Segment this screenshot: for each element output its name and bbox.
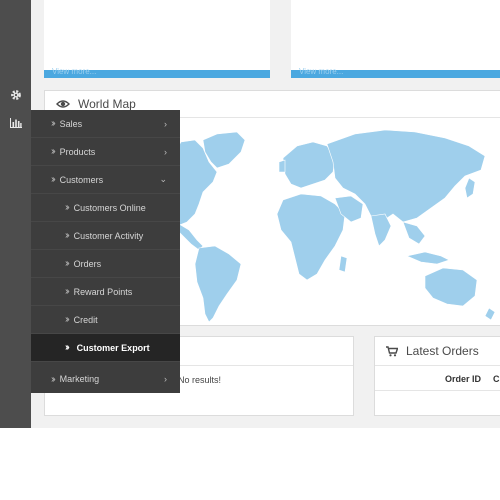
- submenu-item-orders[interactable]: ›› Orders: [31, 250, 180, 278]
- sidebar-rail: [0, 0, 31, 428]
- submenu-item-reward-points[interactable]: ›› Reward Points: [31, 278, 180, 306]
- submenu-item-customers-online[interactable]: ›› Customers Online: [31, 194, 180, 222]
- menu-item-label: Reward Points: [73, 286, 133, 297]
- screenshot-stage: View more... View more... World Map No r…: [0, 0, 500, 500]
- menu-item-label: Credit: [73, 314, 98, 325]
- chevron-right-icon: ›: [164, 374, 167, 384]
- chevron-right-icon: ›: [164, 118, 167, 129]
- double-chevron-icon: ››: [65, 202, 69, 213]
- double-chevron-icon: ››: [51, 146, 55, 157]
- cart-icon: [386, 345, 398, 356]
- submenu-item-customer-activity[interactable]: ›› Customer Activity: [31, 222, 180, 250]
- menu-item-label: Customer Export: [76, 342, 150, 353]
- dashboard-area: View more... View more... World Map No r…: [0, 0, 500, 428]
- menu-item-label: Customer Activity: [73, 230, 144, 241]
- menu-item-label: Marketing: [59, 374, 100, 384]
- stat-tile-right-footer[interactable]: View more...: [291, 67, 500, 78]
- double-chevron-icon: ››: [65, 314, 69, 325]
- world-map-title: World Map: [78, 97, 136, 111]
- menu-item-label: Customers Online: [73, 202, 146, 213]
- menu-item-customers[interactable]: ›› Customers ⌄: [31, 166, 180, 194]
- latest-orders-panel: Latest Orders Order ID Cu: [374, 336, 500, 416]
- orders-table-header: Order ID Cu: [375, 366, 500, 391]
- no-results-text: No results!: [178, 375, 222, 385]
- column-header-customer[interactable]: Cu: [493, 374, 500, 384]
- column-header-order-id[interactable]: Order ID: [445, 374, 481, 384]
- gear-icon[interactable]: [0, 83, 31, 107]
- double-chevron-icon: ››: [65, 342, 69, 353]
- double-chevron-icon: ››: [65, 230, 69, 241]
- stat-tile-left: View more...: [44, 0, 270, 78]
- menu-item-products[interactable]: ›› Products ›: [31, 138, 180, 166]
- double-chevron-icon: ››: [51, 373, 55, 385]
- stat-tile-right: View more...: [291, 0, 500, 78]
- double-chevron-icon: ››: [65, 258, 69, 269]
- menu-item-marketing[interactable]: ›› Marketing ›: [31, 365, 180, 393]
- chevron-down-icon: ⌄: [159, 174, 167, 184]
- submenu-item-credit[interactable]: ›› Credit: [31, 306, 180, 334]
- eye-icon: [56, 100, 70, 108]
- sidebar-flyout-menu: ›› Sales › ›› Products › ›› Customers ⌄ …: [31, 110, 180, 393]
- double-chevron-icon: ››: [65, 286, 69, 297]
- submenu-item-customer-export[interactable]: ›› Customer Export: [31, 334, 180, 362]
- menu-item-label: Orders: [73, 258, 102, 269]
- tile-view-more-link[interactable]: View more...: [52, 67, 96, 76]
- latest-orders-title: Latest Orders: [406, 344, 479, 358]
- tile-view-more-link[interactable]: View more...: [299, 67, 343, 76]
- double-chevron-icon: ››: [51, 118, 55, 129]
- menu-item-label: Products: [59, 146, 96, 157]
- stat-tile-left-footer[interactable]: View more...: [44, 67, 270, 78]
- bar-chart-icon[interactable]: [0, 111, 31, 135]
- menu-item-label: Sales: [59, 118, 83, 129]
- menu-item-sales[interactable]: ›› Sales ›: [31, 110, 180, 138]
- menu-item-label: Customers: [59, 174, 104, 185]
- chevron-right-icon: ›: [164, 146, 167, 157]
- double-chevron-icon: ››: [51, 174, 55, 185]
- latest-orders-header: Latest Orders: [375, 337, 500, 366]
